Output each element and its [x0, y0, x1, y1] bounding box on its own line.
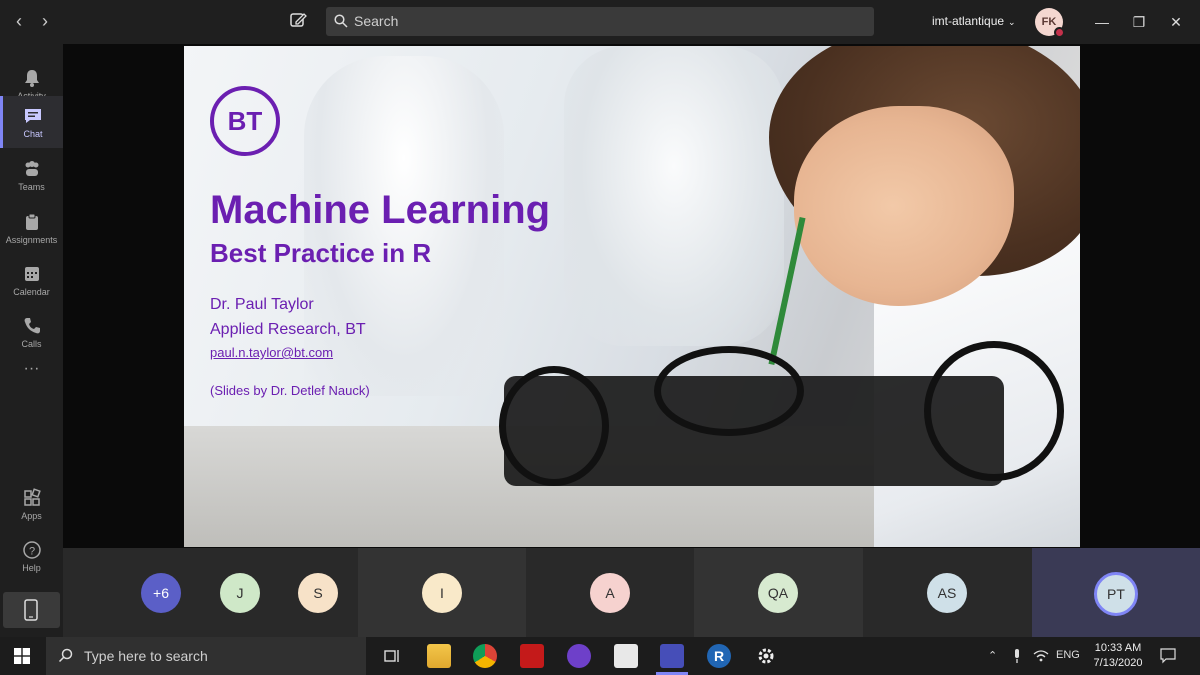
- participant-avatar: AS: [927, 573, 967, 613]
- settings-gear-icon[interactable]: [754, 644, 778, 668]
- rail-label: Chat: [23, 129, 43, 139]
- rail-label: Teams: [18, 182, 45, 192]
- calendar-icon: [24, 267, 39, 281]
- rail-item-assignments[interactable]: Assignments: [0, 202, 63, 254]
- clock-date: 7/13/2020: [1093, 657, 1143, 669]
- rail-item-apps[interactable]: Apps: [0, 478, 63, 530]
- search-icon: [334, 14, 348, 28]
- apps-icon: [23, 488, 41, 506]
- rail-item-calendar[interactable]: Calendar: [0, 254, 63, 306]
- user-avatar[interactable]: FK: [1035, 8, 1065, 38]
- background-scientist-figure: [564, 46, 784, 346]
- robot-leg-image: [499, 366, 609, 486]
- task-view-icon[interactable]: [380, 644, 404, 668]
- document-viewer-icon[interactable]: [614, 644, 638, 668]
- participant-avatar[interactable]: J: [220, 573, 260, 613]
- system-clock[interactable]: 10:33 AM 7/13/2020: [1086, 641, 1150, 671]
- rail-item-calls[interactable]: Calls: [0, 306, 63, 358]
- acrobat-icon[interactable]: [520, 644, 544, 668]
- device-button[interactable]: [3, 592, 60, 628]
- new-chat-compose-icon[interactable]: [288, 10, 310, 32]
- slide-author: Dr. Paul Taylor: [210, 296, 314, 313]
- participant-avatar: I: [422, 573, 462, 613]
- overflow-participants-button[interactable]: +6: [141, 573, 181, 613]
- rail-item-help[interactable]: ? Help: [0, 530, 63, 582]
- participant-avatar: QA: [758, 573, 798, 613]
- more-apps-ellipsis-icon[interactable]: ···: [0, 361, 63, 392]
- forward-arrow-icon[interactable]: ›: [34, 10, 56, 32]
- close-icon[interactable]: ✕: [1166, 12, 1186, 32]
- rail-label: Calendar: [13, 287, 50, 297]
- chat-icon: [25, 109, 41, 123]
- help-icon: ?: [22, 541, 41, 559]
- rail-label: Help: [22, 563, 41, 573]
- robot-cable-image: [654, 346, 804, 436]
- shared-content-stage: BT Machine Learning Best Practice in R D…: [63, 44, 1200, 548]
- participant-avatar: PT: [1094, 572, 1138, 616]
- presence-status-icon: [1054, 27, 1065, 38]
- minimize-icon[interactable]: —: [1092, 12, 1112, 32]
- participant-group-tile: +6 J S: [63, 548, 358, 637]
- language-indicator[interactable]: ENG: [1056, 649, 1080, 661]
- search-input[interactable]: Search: [326, 7, 874, 36]
- slide-subtitle: Best Practice in R: [210, 238, 432, 268]
- clock-time: 10:33 AM: [1094, 642, 1142, 654]
- participant-tile-active-speaker[interactable]: PT: [1032, 548, 1200, 637]
- assignments-icon: [25, 213, 38, 230]
- user-initials: FK: [1041, 16, 1057, 28]
- microphone-icon[interactable]: [1012, 649, 1022, 663]
- title-bar: ‹ › Search imt-atlantique ⌄ FK — ❐ ✕: [0, 0, 1200, 44]
- wifi-icon[interactable]: [1033, 649, 1049, 663]
- restore-icon[interactable]: ❐: [1129, 12, 1149, 32]
- presentation-slide: BT Machine Learning Best Practice in R D…: [184, 46, 1080, 547]
- file-explorer-icon[interactable]: [427, 644, 451, 668]
- chevron-down-icon: ⌄: [1008, 17, 1016, 27]
- slide-credit: (Slides by Dr. Detlef Nauck): [210, 383, 370, 398]
- robot-leg-image: [924, 341, 1064, 481]
- participant-tile[interactable]: A: [526, 548, 694, 637]
- rail-label: Assignments: [5, 235, 58, 245]
- rail-item-teams[interactable]: Teams: [0, 149, 63, 201]
- teams-app-icon[interactable]: [660, 644, 684, 668]
- tenant-name: imt-atlantique: [932, 14, 1005, 28]
- r-app-icon[interactable]: R: [707, 644, 731, 668]
- windows-start-icon[interactable]: [14, 648, 30, 664]
- rail-label: Calls: [21, 339, 42, 349]
- participant-strip: +6 J S I A QA AS PT: [63, 548, 1200, 637]
- bt-logo: BT: [210, 86, 280, 156]
- rail-label: Apps: [21, 511, 42, 521]
- slide-email-link: paul.n.taylor@bt.com: [210, 345, 334, 360]
- rail-item-chat[interactable]: Chat: [0, 96, 63, 148]
- chrome-icon[interactable]: [473, 644, 497, 668]
- bell-icon: [24, 70, 39, 87]
- svg-text:?: ?: [28, 546, 34, 558]
- taskbar-search-placeholder: Type here to search: [84, 648, 208, 664]
- phone-icon: [24, 318, 40, 334]
- teams-icon: [25, 161, 38, 176]
- tenant-switcher[interactable]: imt-atlantique ⌄: [932, 14, 1016, 28]
- participant-tile[interactable]: I: [358, 548, 526, 637]
- notifications-icon[interactable]: [1160, 648, 1176, 664]
- participant-tile[interactable]: QA: [694, 548, 863, 637]
- search-placeholder: Search: [354, 13, 399, 29]
- search-icon: [58, 648, 73, 663]
- participant-avatar[interactable]: S: [298, 573, 338, 613]
- participant-avatar: A: [590, 573, 630, 613]
- show-hidden-icons-chevron-icon[interactable]: ⌃: [988, 649, 997, 662]
- app-rail: Activity Chat Teams Assignments Calendar…: [0, 44, 63, 637]
- mobile-device-icon: [24, 599, 38, 621]
- github-desktop-icon[interactable]: [567, 644, 591, 668]
- slide-title: Machine Learning: [210, 188, 551, 232]
- back-arrow-icon[interactable]: ‹: [8, 10, 30, 32]
- windows-taskbar: Type here to search R ⌃ ENG 10:33 AM 7/1…: [0, 637, 1200, 675]
- slide-affiliation: Applied Research, BT: [210, 321, 366, 338]
- taskbar-search-input[interactable]: Type here to search: [46, 637, 366, 675]
- participant-tile[interactable]: AS: [863, 548, 1032, 637]
